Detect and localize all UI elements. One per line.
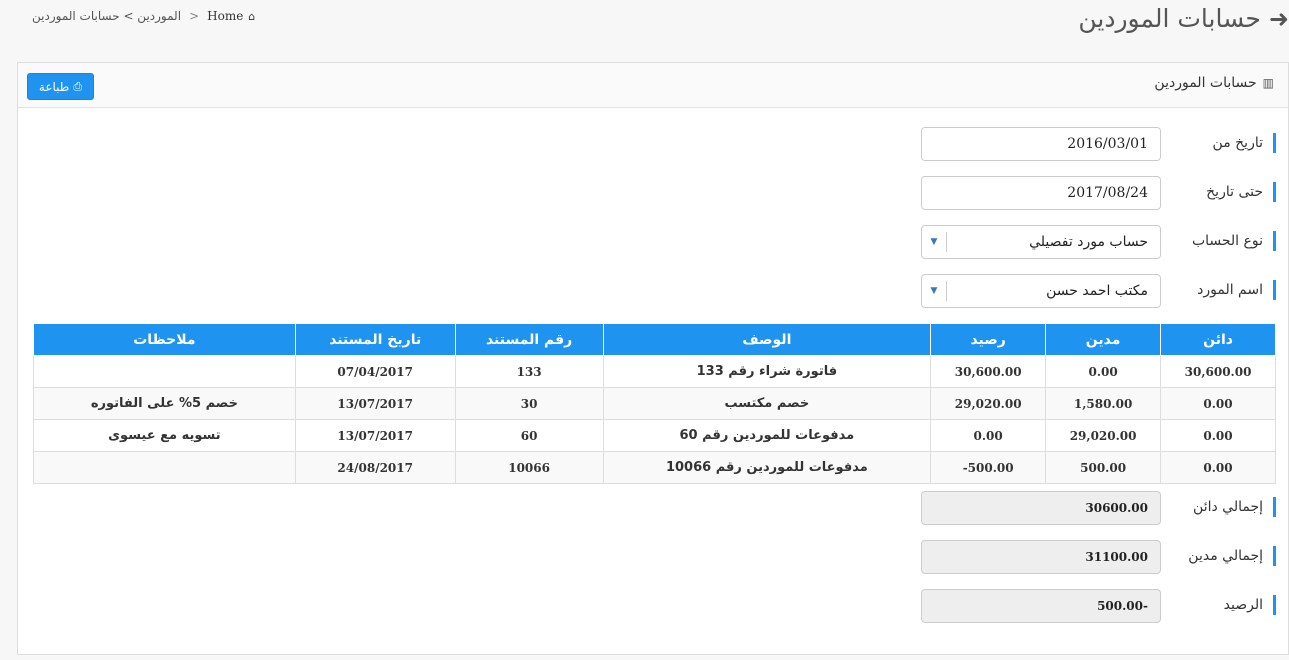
total-debit-label: إجمالي مدين [1188, 546, 1276, 566]
cell-document-date: 13/07/2017 [294, 387, 456, 420]
cell-balance: 30,600.00 [930, 355, 1047, 388]
supplier-label: اسم المورد [1197, 280, 1276, 300]
form-row-supplier: اسم المورد مكتب احمد حسن ▼ [16, 274, 1288, 308]
cell-document-number: 30 [454, 387, 604, 420]
breadcrumb-current: الموردين > حسابات الموردين [32, 9, 182, 23]
table-row: 30,600.00 0.00 30,600.00 فاتورة شراء رقم… [33, 355, 1276, 388]
supplier-accounts-table: دائن مدين رصيد الوصف رقم المستند تاريخ ا… [33, 323, 1276, 484]
table-row: 0.00 29,020.00 0.00 مدفوعات للموردين رقم… [33, 419, 1276, 452]
table-row: 0.00 500.00 -500.00 مدفوعات للموردين رقم… [33, 451, 1276, 484]
print-button-label: طباعة [38, 79, 70, 94]
cell-description: مدفوعات للموردين رقم 10066 [602, 451, 932, 484]
page-header: ➜ حسابات الموردين [1078, 4, 1289, 33]
cell-description: خصم مكتسب [602, 387, 932, 420]
top-bar: ➜ حسابات الموردين الموردين > حسابات المو… [0, 0, 1289, 62]
total-credit-field: 30600.00 [921, 491, 1161, 525]
total-credit-label: إجمالي دائن [1193, 497, 1276, 517]
cell-debit: 1,580.00 [1045, 387, 1162, 420]
breadcrumb-home-link[interactable]: Home [207, 9, 243, 23]
header-document-number[interactable]: رقم المستند [454, 323, 604, 356]
printer-icon: ⎙ [73, 79, 83, 93]
panel-title-text: حسابات الموردين [1154, 75, 1257, 91]
cell-notes [33, 451, 296, 484]
cell-credit: 0.00 [1160, 419, 1276, 452]
cell-debit: 500.00 [1045, 451, 1162, 484]
table-row: 0.00 1,580.00 29,020.00 خصم مكتسب 30 13/… [33, 387, 1276, 420]
cell-balance: 0.00 [930, 419, 1047, 452]
panel-title: ▥ حسابات الموردين [1154, 75, 1274, 91]
bar-chart-icon: ▥ [1262, 76, 1274, 90]
breadcrumb: الموردين > حسابات الموردين > Home ⌂ [32, 9, 255, 23]
panel-header: ▥ حسابات الموردين ⎙ طباعة [18, 63, 1288, 108]
cell-debit: 29,020.00 [1045, 419, 1162, 452]
date-to-input[interactable]: 2017/08/24 [921, 176, 1161, 210]
date-to-label: حتى تاريخ [1206, 182, 1276, 202]
print-button[interactable]: ⎙ طباعة [27, 73, 94, 100]
cell-document-number: 10066 [454, 451, 604, 484]
header-credit[interactable]: دائن [1160, 323, 1276, 356]
balance-field: -500.00 [921, 589, 1161, 623]
cell-document-number: 60 [454, 419, 604, 452]
form-row-date-to: حتى تاريخ 2017/08/24 [16, 176, 1288, 210]
account-type-select[interactable]: حساب مورد تفصيلي ▼ [921, 225, 1161, 259]
date-from-input[interactable]: 2016/03/01 [921, 127, 1161, 161]
cell-notes [33, 355, 296, 388]
form-row-account-type: نوع الحساب حساب مورد تفصيلي ▼ [16, 225, 1288, 259]
account-type-label: نوع الحساب [1192, 231, 1276, 251]
form-row-total-debit: إجمالي مدين 31100.00 [16, 540, 1288, 574]
cell-document-date: 13/07/2017 [294, 419, 456, 452]
account-type-value: حساب مورد تفصيلي [1029, 234, 1148, 250]
cell-document-date: 24/08/2017 [294, 451, 456, 484]
date-from-label: تاريخ من [1213, 133, 1276, 153]
select-divider [946, 232, 947, 252]
chevron-down-icon[interactable]: ▼ [922, 279, 946, 303]
cell-credit: 0.00 [1160, 451, 1276, 484]
header-notes[interactable]: ملاحظات [33, 323, 296, 356]
cell-balance: 29,020.00 [930, 387, 1047, 420]
header-debit[interactable]: مدين [1045, 323, 1162, 356]
cell-debit: 0.00 [1045, 355, 1162, 388]
total-debit-field: 31100.00 [921, 540, 1161, 574]
report-panel: ▥ حسابات الموردين ⎙ طباعة تاريخ من 2016/… [17, 62, 1289, 655]
header-balance[interactable]: رصيد [930, 323, 1047, 356]
supplier-select[interactable]: مكتب احمد حسن ▼ [921, 274, 1161, 308]
cell-notes: تسويه مع عيسوى [33, 419, 296, 452]
form-row-total-credit: إجمالي دائن 30600.00 [16, 491, 1288, 525]
form-row-date-from: تاريخ من 2016/03/01 [16, 127, 1288, 161]
cell-document-number: 133 [454, 355, 604, 388]
table-header-row: دائن مدين رصيد الوصف رقم المستند تاريخ ا… [33, 323, 1276, 356]
cell-credit: 30,600.00 [1160, 355, 1276, 388]
page-title: حسابات الموردين [1078, 4, 1261, 33]
cell-balance: -500.00 [930, 451, 1047, 484]
header-document-date[interactable]: تاريخ المستند [294, 323, 456, 356]
cell-credit: 0.00 [1160, 387, 1276, 420]
balance-label: الرصيد [1224, 595, 1276, 615]
breadcrumb-separator: > [189, 9, 200, 23]
supplier-value: مكتب احمد حسن [1046, 283, 1148, 299]
cell-notes: خصم 5% على الفاتوره [33, 387, 296, 420]
cell-description: مدفوعات للموردين رقم 60 [602, 419, 932, 452]
cell-document-date: 07/04/2017 [294, 355, 456, 388]
arrow-left-icon[interactable]: ➜ [1269, 7, 1289, 31]
home-icon[interactable]: ⌂ [248, 10, 255, 23]
cell-description: فاتورة شراء رقم 133 [602, 355, 932, 388]
header-description[interactable]: الوصف [602, 323, 932, 356]
chevron-down-icon[interactable]: ▼ [922, 230, 946, 254]
form-row-balance: الرصيد -500.00 [16, 589, 1288, 623]
select-divider [946, 281, 947, 301]
